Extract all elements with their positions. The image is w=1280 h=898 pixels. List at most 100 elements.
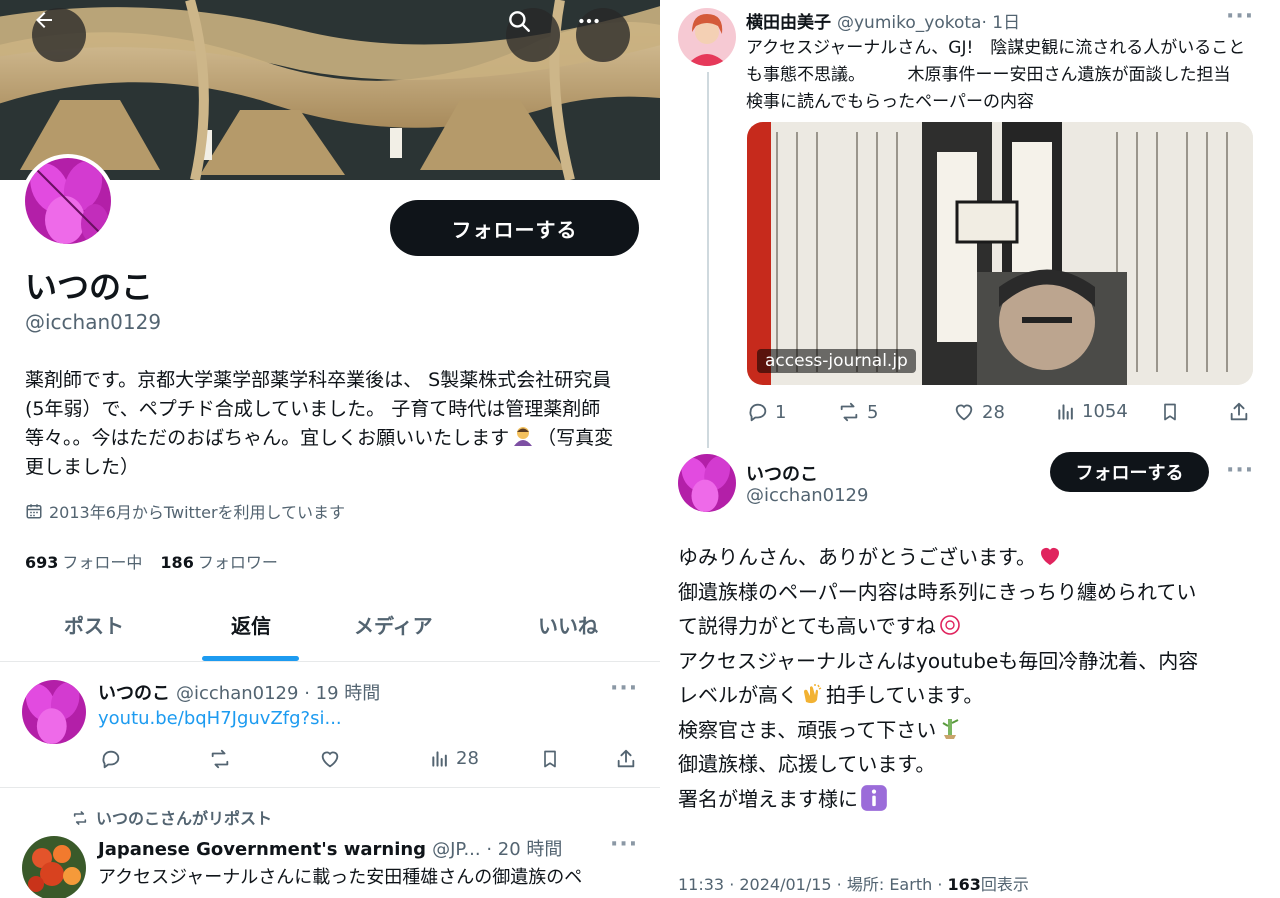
more-icon	[579, 18, 599, 24]
author-name[interactable]: 横田由美子	[746, 13, 831, 33]
calendar-icon	[26, 504, 42, 519]
bio-line: 薬剤師です。京都大学薬学部薬学科卒業後は、 S製薬株式会社研究員	[25, 369, 612, 391]
following-link[interactable]: 693 フォロー中	[25, 549, 142, 573]
views-icon	[432, 750, 447, 767]
post-more-button[interactable]: ···	[610, 676, 638, 701]
avatar[interactable]	[678, 454, 736, 512]
profile-name: いつのこ	[25, 268, 154, 306]
bio-line: 等々。。今はただのおばちゃん。宜しくお願いいたします （写真変	[25, 424, 650, 453]
post-time: · 19 時間	[304, 683, 381, 704]
text-line: ゆみりんさん、ありがとうございます。	[678, 540, 1258, 575]
views-button[interactable]: 1054	[1056, 401, 1128, 422]
profile-panel: フォローする いつのこ @icchan0129 薬剤師です。京都大学薬学部薬学科…	[0, 0, 660, 898]
clapping-hands-emoji-icon	[804, 684, 822, 704]
more-options-button[interactable]	[576, 8, 630, 62]
bowing-person-emoji-icon	[514, 427, 533, 446]
bookmark-icon	[1164, 403, 1176, 421]
author-name[interactable]: Japanese Government's warning	[98, 839, 426, 860]
author-handle: @yumiko_yokota	[837, 13, 982, 33]
text-line: 御遺族様、応援しています。	[678, 752, 936, 776]
reply-button[interactable]: 1	[747, 401, 786, 423]
like-button[interactable]: 28	[952, 401, 1005, 423]
post-link[interactable]: youtu.be/bqH7JguvZfg?si...	[98, 708, 342, 729]
post-more-button[interactable]: ···	[1226, 4, 1254, 29]
author-handle: @icchan0129	[176, 683, 299, 704]
post-text: ゆみりんさん、ありがとうございます。 御遺族様のペーパー内容は時系列にきっちり纏…	[678, 540, 1258, 816]
share-icon	[1230, 402, 1248, 421]
profile-banner	[0, 0, 660, 180]
share-icon	[617, 749, 635, 768]
active-tab-indicator	[202, 656, 299, 661]
back-button[interactable]	[32, 8, 86, 62]
repost-button[interactable]	[208, 748, 232, 770]
author-name[interactable]: いつのこ	[98, 683, 170, 704]
news-clipping-image[interactable]: access-journal.jp	[747, 122, 1253, 385]
heart-icon	[955, 404, 973, 421]
author-name[interactable]: いつのこ	[746, 460, 818, 486]
thread-line	[707, 72, 709, 448]
image-source-label: access-journal.jp	[757, 349, 916, 373]
avatar[interactable]	[678, 8, 736, 66]
reply-icon	[749, 403, 767, 422]
views-button[interactable]: 28	[430, 748, 479, 769]
text-line: アクセスジャーナルさんはyoutubeも毎回冷静沈着、内容	[678, 648, 1199, 673]
share-button[interactable]	[1228, 401, 1250, 423]
bookmark-button[interactable]	[540, 748, 560, 770]
text-line: レベルが高く 拍手しています。	[678, 683, 984, 707]
repost-icon	[211, 749, 229, 769]
joined-date: 2013年6月からTwitterを利用しています	[25, 499, 345, 523]
bamboo-emoji-icon	[942, 718, 959, 739]
author-handle: @JP...	[432, 839, 481, 860]
information-emoji-icon	[861, 784, 887, 811]
red-heart-emoji-icon	[1041, 548, 1059, 565]
tab-posts[interactable]: ポスト	[64, 610, 124, 639]
post-more-button[interactable]: ···	[610, 832, 638, 857]
divider	[0, 787, 660, 788]
text-line: 御遺族様のペーパー内容は時系列にきっちり纏められてい	[678, 579, 1197, 604]
profile-handle: @icchan0129	[25, 310, 162, 334]
post-more-button[interactable]: ···	[1226, 458, 1254, 483]
followers-link[interactable]: 186 フォロワー	[160, 549, 277, 573]
like-button[interactable]	[318, 748, 342, 770]
post-header: 横田由美子 @yumiko_yokota· 1日	[746, 8, 1020, 33]
profile-tabs: ポスト 返信 メディア いいね	[0, 590, 660, 662]
author-handle: @icchan0129	[746, 485, 869, 506]
bio-line: 更しました）	[25, 456, 140, 478]
bookmark-button[interactable]	[1160, 401, 1180, 423]
follow-button[interactable]: フォローする	[1050, 452, 1209, 492]
post-text: アクセスジャーナルさんに載った安田種雄さんの御遺族のペ	[98, 867, 583, 888]
arrow-left-icon	[36, 12, 52, 28]
text-line: 検察官さま、頑張って下さい	[678, 713, 1258, 748]
repost-icon	[840, 402, 858, 422]
text-line: て説得力がとても高いですね	[678, 609, 1258, 644]
views-icon	[1058, 403, 1073, 420]
post-header: Japanese Government's warning @JP... · 20…	[98, 835, 562, 861]
post-time: · 20 時間	[486, 839, 563, 860]
follow-counts: 693 フォロー中 186 フォロワー	[25, 549, 278, 573]
avatar[interactable]	[22, 680, 86, 744]
flower-stamp-emoji-icon	[940, 615, 960, 635]
follow-button[interactable]: フォローする	[390, 200, 639, 256]
tab-likes[interactable]: いいね	[538, 610, 598, 639]
share-button[interactable]	[615, 748, 637, 770]
tab-media[interactable]: メディア	[354, 610, 433, 639]
search-icon	[509, 11, 530, 32]
repost-button[interactable]: 5	[837, 401, 878, 423]
post-time: · 1日	[981, 13, 1021, 33]
repost-icon	[73, 811, 87, 825]
reply-button[interactable]	[100, 748, 122, 770]
thread-panel: 横田由美子 @yumiko_yokota· 1日 ··· アクセスジャーナルさん、…	[660, 0, 1280, 898]
post-meta: 11:33 · 2024/01/15 · 場所: Earth · 163回表示	[678, 875, 1029, 894]
heart-icon	[321, 751, 339, 768]
view-count: 163	[947, 875, 981, 894]
repost-indicator: いつのこさんがリポスト	[70, 805, 272, 829]
search-button[interactable]	[506, 8, 560, 62]
bio-line: (5年弱）で、ペプチド合成していました。 子育て時代は管理薬剤師	[25, 398, 601, 420]
avatar[interactable]	[22, 836, 86, 898]
reply-icon	[102, 750, 120, 769]
profile-bio: 薬剤師です。京都大学薬学部薬学科卒業後は、 S製薬株式会社研究員 (5年弱）で、…	[25, 366, 650, 482]
post-header: いつのこ @icchan0129 · 19 時間	[98, 679, 380, 705]
tab-replies[interactable]: 返信	[231, 610, 271, 639]
profile-avatar[interactable]	[21, 154, 115, 248]
bookmark-icon	[544, 750, 556, 768]
